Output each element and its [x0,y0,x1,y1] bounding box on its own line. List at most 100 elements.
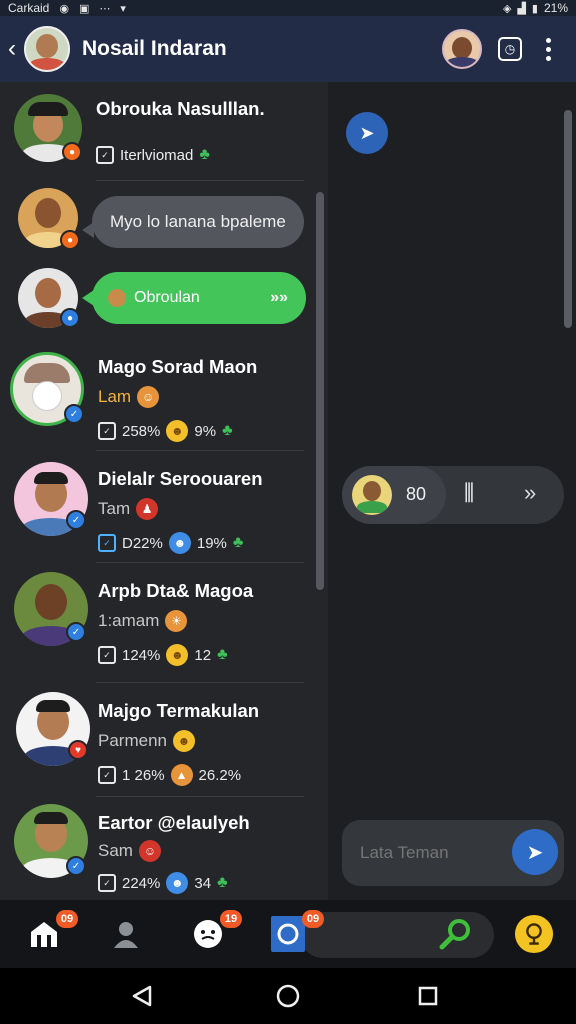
chat-list-panel: ● Obrouka Nasulllan. ✓ Iterlviomad ♣ ● M… [0,82,328,900]
chat-list-item[interactable]: ● [18,268,80,328]
chat-list-scrollbar[interactable] [316,192,324,590]
stat-value: 258% [122,422,161,440]
conversation-scrollbar[interactable] [564,110,572,328]
stat-value: 12 [194,646,212,664]
back-button[interactable]: ‹ [2,35,22,63]
contact-name: Mago Sorad Maon [98,356,258,377]
emoji-icon: ☺ [138,840,161,862]
more-options-button[interactable] [538,37,558,61]
contact-stats: ✓ 224% ☻ 34 ♣ [98,872,228,894]
contact-name: Dielalr Seroouaren [98,468,263,489]
avatar-face [35,278,61,308]
chat-list-item[interactable]: ✓ Arpb Dta& Magoa 1:amam ☀ ✓ 124% ☻ 12 ♣ [0,564,316,682]
contact-stats: ✓ D22% ☻ 19% ♣ [98,532,243,554]
leaf-icon: ♣ [217,646,228,663]
avatar-face [35,584,67,620]
navigation-arrow-icon: ➤ [359,122,375,143]
system-navigation-bar [0,968,576,1024]
status-text: 1:amam [98,611,160,630]
avatar-hat [28,102,68,116]
recents-nav-button[interactable] [414,982,442,1010]
message-input[interactable] [360,840,500,866]
contact-stats: ✓ 1 26% ▲ 26.2% [98,764,241,786]
home-nav-button[interactable] [274,982,302,1010]
divider [96,180,304,181]
dot [545,46,551,52]
battery-icon: ▮ [531,2,538,15]
contact-name: Majgo Termakulan [98,700,260,721]
emoji-icon: ♟ [136,498,159,520]
status-text: Lam [98,387,132,406]
participant-count: 80 [406,484,427,504]
emoji-icon: ☻ [172,730,195,752]
signal-icon: ▟ [517,2,526,15]
chat-list-item[interactable]: ♥ Majgo Termakulan Parmenn ☻ ✓ 1 26% ▲ 2… [0,684,316,796]
status-badge: ✓ [66,510,86,530]
nav-search[interactable] [436,912,476,956]
nav-camera[interactable]: 09 [268,910,324,956]
chat-list-item[interactable]: ● [18,188,80,250]
status-badge: ✓ [66,856,86,876]
avatar-face [36,34,58,58]
home-icon [31,922,57,947]
bubble-text: Obroulan [134,289,200,306]
avatar-hat [24,363,70,383]
stats-icon: ✓ [98,422,116,440]
avatar-hair [36,700,70,712]
leaf-icon: ♣ [199,146,210,163]
compose-icon: ◷ [504,42,516,56]
avatar-face [452,37,472,59]
contact-status: ✓ Iterlviomad ♣ [96,146,210,164]
chat-list-item[interactable]: ✓ Mago Sorad Maon Lam ☺ ✓ 258% ☻ 9% ♣ [0,340,316,450]
status-badge: ● [60,308,80,328]
contact-avatar[interactable] [24,26,70,72]
emoji-icon: ▲ [170,764,193,786]
status-badge: ✓ [66,622,86,642]
back-triangle-icon [132,985,152,1007]
dot [545,37,551,43]
divider [96,450,304,451]
location-pin-icon [514,914,554,954]
nav-profile[interactable] [106,912,146,956]
send-button[interactable]: ➤ [512,829,558,875]
back-nav-button[interactable] [128,982,156,1010]
chat-list-item[interactable]: ● Obrouka Nasulllan. ✓ Iterlviomad ♣ [0,82,316,180]
compose-button[interactable]: ◷ [498,37,522,61]
forward-icon[interactable]: » [524,480,536,506]
stat-value: D22% [122,534,163,552]
nav-location[interactable] [514,912,554,956]
contact-status: Parmenn ☻ [98,730,195,752]
stats-icon: ✓ [98,874,116,892]
audio-levels-icon[interactable]: ⫼ [464,480,474,506]
participant-avatar [352,475,392,515]
chat-list-item[interactable]: ✓ Dielalr Seroouaren Tam ♟ ✓ D22% ☻ 19% … [0,452,316,562]
emoji-icon: ☀ [165,610,188,632]
stat-value: 1 26% [122,766,165,784]
nav-chats[interactable]: 19 [188,910,242,956]
divider [96,796,304,797]
dots-icon: ⋯ [99,2,111,15]
forward-icon: »» [270,289,288,306]
mini-avatar [108,289,126,307]
user-avatar[interactable] [442,29,482,69]
message-bubble[interactable]: Myo lo lanana bpaleme [92,196,304,248]
status-text: Sam [98,841,133,860]
app-header: ‹ Nosail Indaran ◷ [0,16,576,82]
contact-status: Lam ☺ [98,386,160,408]
battery-level: 21% [543,1,568,15]
search-icon [439,919,470,950]
navigate-button[interactable]: ➤ [346,112,388,154]
stat-value: 9% [194,422,217,440]
avatar-shirt [29,58,65,70]
send-icon: ➤ [526,841,544,864]
emoji-icon: ☻ [166,420,189,442]
leaf-icon: ♣ [222,422,233,439]
notification-badge: 09 [56,910,78,928]
message-bubble-sent[interactable]: Obroulan »» [92,272,306,324]
avatar-face [363,481,381,501]
image-icon: ▣ [78,2,90,15]
contact-status: Tam ♟ [98,498,159,520]
nav-home[interactable]: 09 [24,910,78,956]
chat-list-item[interactable]: ✓ Eartor @elaulyeh Sam ☺ ✓ 224% ☻ 34 ♣ [0,798,316,900]
contact-status: 1:amam ☀ [98,610,188,632]
